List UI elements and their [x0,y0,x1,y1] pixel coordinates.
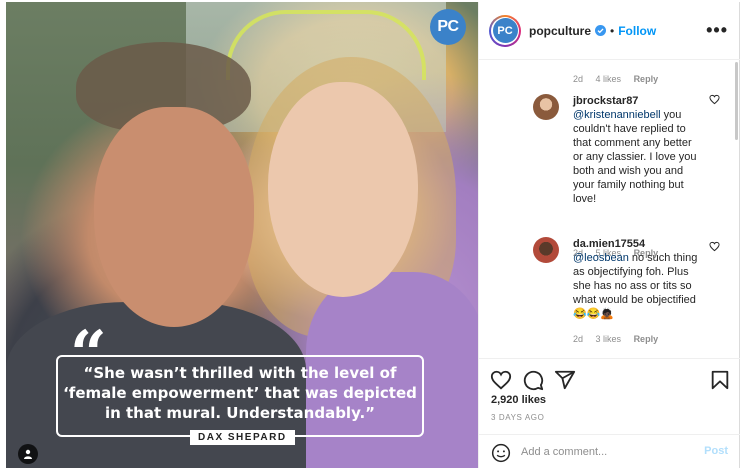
comment-time: 2d [573,74,584,84]
emoji-icon[interactable] [491,443,511,463]
reply-button[interactable]: Reply [634,334,659,344]
heart-icon[interactable] [709,241,720,252]
header-username[interactable]: popculture [529,24,591,38]
user-tag-icon [24,449,32,459]
share-icon[interactable] [554,369,576,391]
avatar-logo: PC [492,18,518,43]
comment-meta: 2d 4 likes Reply [573,74,668,84]
comment-text: da.mien17554 @leosbean no such thing as … [573,237,701,321]
quote-text: “She wasn’t thrilled with the level of ‘… [63,364,417,422]
comment-text: jbrockstar87 @kristenanniebell you could… [573,94,701,206]
popculture-logo-watermark: PC [430,9,466,45]
bookmark-icon[interactable] [709,369,731,391]
post-date[interactable]: 3 DAYS AGO [491,413,544,422]
list-item: jbrockstar87 @kristenanniebell you could… [533,94,720,258]
comment-input[interactable] [521,444,691,460]
profile-avatar[interactable]: PC [489,14,521,47]
comment-mention[interactable]: @leosbean [573,252,629,264]
post-button[interactable]: Post [704,445,728,457]
user-tag-button[interactable] [18,444,38,464]
header-separator: • [610,23,615,38]
comment-likes[interactable]: 3 likes [596,334,622,344]
comment-body: you couldn't have replied to that commen… [573,109,697,205]
heart-icon[interactable] [709,94,720,105]
verified-badge-icon [595,25,606,36]
list-item: da.mien17554 @leosbean no such thing as … [533,237,720,347]
quote-mark-icon: “ [70,317,107,392]
post-side-panel: PC popculture • Follow ••• 2d 4 likes Re… [478,2,740,468]
comment-username[interactable]: jbrockstar87 [573,95,638,107]
post-header: PC popculture • Follow ••• [479,2,740,60]
man-face [94,107,254,327]
comment-meta: 2d 3 likes Reply [573,334,668,344]
woman-face [268,82,418,297]
likes-count[interactable]: 2,920 likes [491,394,546,406]
avatar[interactable] [533,237,559,263]
quote-author: DAX SHEPARD [190,430,295,445]
avatar-ring: PC [491,16,519,45]
follow-button[interactable]: Follow [618,24,656,38]
heart-icon[interactable] [490,369,512,391]
comments-list[interactable]: 2d 4 likes Reply jbrockstar87 @kristenan… [479,61,740,357]
add-comment-bar: Post [479,434,740,468]
more-options-icon[interactable]: ••• [706,21,728,39]
comments-scrollbar[interactable] [735,62,738,140]
avatar[interactable] [533,94,559,120]
comment-time: 2d [573,334,584,344]
comment-icon[interactable] [522,369,544,391]
reply-button[interactable]: Reply [634,74,659,84]
comment-username[interactable]: da.mien17554 [573,238,645,250]
comment-likes[interactable]: 4 likes [596,74,622,84]
comment-mention[interactable]: @kristenanniebell [573,109,661,121]
